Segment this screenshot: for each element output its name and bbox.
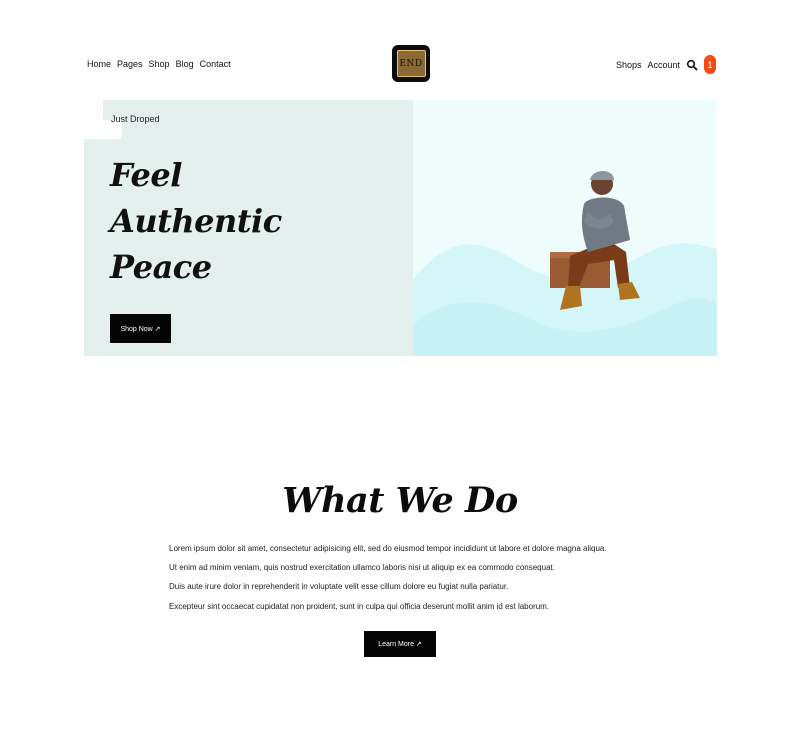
paragraph-2: Ut enim ad minim veniam, quis nostrud ex… [169, 563, 555, 572]
cart-count-badge[interactable]: 1 [704, 55, 716, 74]
site-logo[interactable]: END [392, 45, 430, 82]
seated-man-image [550, 171, 640, 310]
book-logo-icon: END [396, 50, 426, 77]
nav-account[interactable]: Account [647, 60, 680, 70]
headline-line-2: Authentic [110, 202, 282, 240]
header-actions: Shops Account 1 [616, 55, 716, 74]
paragraph-1: Lorem ipsum dolor sit amet, consectetur … [169, 544, 607, 553]
section-title: What We Do [282, 480, 518, 521]
paragraph-3: Duis aute irure dolor in reprehenderit i… [169, 582, 509, 591]
paragraph-4: Excepteur sint occaecat cupidatat non pr… [169, 602, 550, 611]
main-nav: Home Pages Shop Blog Contact [87, 59, 231, 69]
nav-shops[interactable]: Shops [616, 60, 642, 70]
hero-left-strip [84, 120, 103, 356]
headline-line-1: Feel [110, 156, 182, 194]
hero-banner: Just Droped Feel Authentic Peace Shop No… [84, 100, 717, 356]
nav-contact[interactable]: Contact [200, 59, 231, 69]
shop-now-button[interactable]: Shop Now ↗ [110, 314, 171, 343]
hero-eyebrow: Just Droped [111, 114, 160, 124]
learn-more-button[interactable]: Learn More ↗ [364, 631, 436, 657]
nav-shop[interactable]: Shop [149, 59, 170, 69]
hero-headline: Feel Authentic Peace [110, 152, 282, 290]
hero-image-panel [413, 100, 717, 356]
nav-pages[interactable]: Pages [117, 59, 143, 69]
nav-home[interactable]: Home [87, 59, 111, 69]
logo-text: END [399, 58, 423, 69]
search-icon[interactable] [686, 59, 698, 71]
headline-line-3: Peace [110, 248, 212, 286]
nav-blog[interactable]: Blog [176, 59, 194, 69]
